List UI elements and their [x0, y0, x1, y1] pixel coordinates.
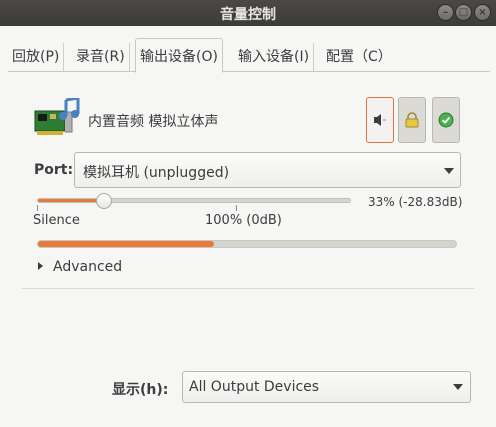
tab-recording[interactable]: 录音(R)	[72, 43, 130, 72]
full-volume-mark-label: 100% (0dB)	[205, 213, 282, 228]
volume-slider[interactable]	[37, 198, 351, 203]
port-value: 模拟耳机 (unplugged)	[83, 165, 230, 181]
advanced-label: Advanced	[53, 259, 123, 275]
volume-readout: 33% (-28.83dB)	[368, 195, 463, 209]
set-default-button[interactable]	[432, 97, 460, 143]
volume-slider-fill	[38, 199, 104, 202]
maximize-button[interactable]: □	[455, 4, 472, 21]
close-button[interactable]: ×	[474, 4, 491, 21]
lock-icon	[405, 112, 419, 128]
silence-mark-label: Silence	[33, 213, 80, 228]
tab-output-devices[interactable]: 输出设备(O)	[135, 38, 223, 73]
tab-input-devices[interactable]: 输入设备(I)	[234, 43, 315, 72]
title-bar: 音量控制 – □ ×	[0, 0, 496, 26]
show-filter-select[interactable]: All Output Devices	[182, 371, 471, 403]
mute-toggle-button[interactable]	[366, 97, 394, 143]
chevron-down-icon	[444, 168, 454, 174]
slider-tick-silence	[37, 205, 38, 211]
separator	[22, 288, 474, 289]
volume-slider-handle[interactable]	[96, 193, 112, 209]
sound-card-icon	[34, 96, 80, 138]
expander-arrow-icon	[38, 262, 43, 270]
show-filter-value: All Output Devices	[189, 379, 320, 395]
port-label: Port:	[34, 162, 74, 178]
chevron-down-icon	[453, 384, 463, 390]
advanced-expander[interactable]: Advanced	[38, 259, 122, 275]
lock-channels-button[interactable]	[398, 97, 426, 143]
window-title: 音量控制	[220, 7, 276, 23]
port-select[interactable]: 模拟耳机 (unplugged)	[74, 152, 461, 188]
tab-bar: 回放(P) 录音(R) 输出设备(O) 输入设备(I) 配置（C）	[8, 38, 490, 73]
device-name: 内置音频 模拟立体声	[88, 114, 219, 130]
peak-level-fill	[38, 241, 214, 247]
tab-configuration[interactable]: 配置（C）	[322, 43, 396, 72]
show-filter-label: 显示(h):	[112, 382, 169, 398]
speaker-icon	[374, 114, 386, 126]
minimize-button[interactable]: –	[437, 4, 454, 21]
slider-tick-100	[236, 205, 237, 211]
checkmark-icon	[438, 112, 454, 128]
tab-playback[interactable]: 回放(P)	[8, 43, 65, 72]
peak-level-meter	[37, 240, 457, 248]
